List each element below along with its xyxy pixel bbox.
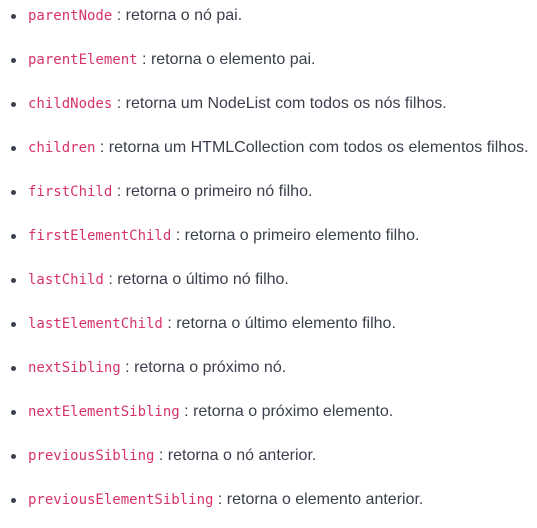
bullet-icon: [11, 278, 16, 283]
bullet-icon: [11, 58, 16, 63]
bullet-icon: [11, 190, 16, 195]
property-code: parentElement: [28, 52, 138, 68]
list-item: lastElementChild : retorna o último elem…: [0, 308, 529, 352]
property-code: children: [28, 140, 96, 156]
list-item: firstChild : retorna o primeiro nó filho…: [0, 176, 529, 220]
bullet-icon: [11, 14, 16, 19]
property-code: lastChild: [28, 272, 104, 288]
list-item: nextElementSibling : retorna o próximo e…: [0, 396, 529, 440]
property-description: retorna o nó pai.: [125, 7, 243, 24]
separator: :: [116, 7, 122, 24]
bullet-icon: [11, 410, 16, 415]
bullet-icon: [11, 146, 16, 151]
bullet-icon: [11, 234, 16, 239]
bullet-icon: [11, 454, 16, 459]
list-item: nextSibling : retorna o próximo nó.: [0, 352, 529, 396]
list-item: previousSibling : retorna o nó anterior.: [0, 440, 529, 484]
property-code: nextElementSibling: [28, 404, 180, 420]
separator: :: [158, 447, 164, 464]
list-item: firstElementChild : retorna o primeiro e…: [0, 220, 529, 264]
separator: :: [167, 315, 172, 332]
separator: :: [116, 95, 122, 112]
separator: :: [99, 139, 105, 156]
bullet-icon: [11, 102, 16, 107]
property-description: retorna o próximo elemento.: [193, 403, 394, 420]
property-description: retorna o elemento anterior.: [226, 491, 424, 508]
list-item: previousElementSibling : retorna o eleme…: [0, 484, 529, 528]
bullet-icon: [11, 498, 16, 503]
property-code: previousSibling: [28, 448, 155, 464]
separator: :: [108, 271, 113, 288]
property-description: retorna o primeiro elemento filho.: [184, 227, 420, 244]
property-description: retorna o primeiro nó filho.: [125, 183, 313, 200]
property-description: retorna o último elemento filho.: [176, 315, 396, 332]
property-code: nextSibling: [28, 360, 121, 376]
property-code: lastElementChild: [28, 316, 163, 332]
list-item: parentNode : retorna o nó pai.: [0, 0, 529, 44]
separator: :: [217, 491, 223, 508]
separator: :: [116, 183, 122, 200]
separator: :: [184, 403, 189, 420]
separator: :: [125, 359, 130, 376]
bullet-icon: [11, 322, 16, 327]
property-description: retorna um HTMLCollection com todos os e…: [108, 139, 529, 156]
property-list: parentNode : retorna o nó pai. parentEle…: [0, 0, 529, 528]
property-code: childNodes: [28, 96, 113, 112]
property-code: previousElementSibling: [28, 492, 214, 508]
separator: :: [142, 51, 147, 68]
property-description: retorna o próximo nó.: [134, 359, 287, 376]
property-description: retorna o nó anterior.: [167, 447, 317, 464]
property-code: firstChild: [28, 184, 113, 200]
property-description: retorna um NodeList com todos os nós fil…: [125, 95, 447, 112]
list-item: parentElement : retorna o elemento pai.: [0, 44, 529, 88]
property-code: parentNode: [28, 8, 113, 24]
separator: :: [175, 227, 181, 244]
list-item: children : retorna um HTMLCollection com…: [0, 132, 529, 176]
bullet-icon: [11, 366, 16, 371]
list-item: lastChild : retorna o último nó filho.: [0, 264, 529, 308]
property-description: retorna o elemento pai.: [150, 51, 316, 68]
list-item: childNodes : retorna um NodeList com tod…: [0, 88, 529, 132]
property-description: retorna o último nó filho.: [117, 271, 289, 288]
property-code: firstElementChild: [28, 228, 172, 244]
